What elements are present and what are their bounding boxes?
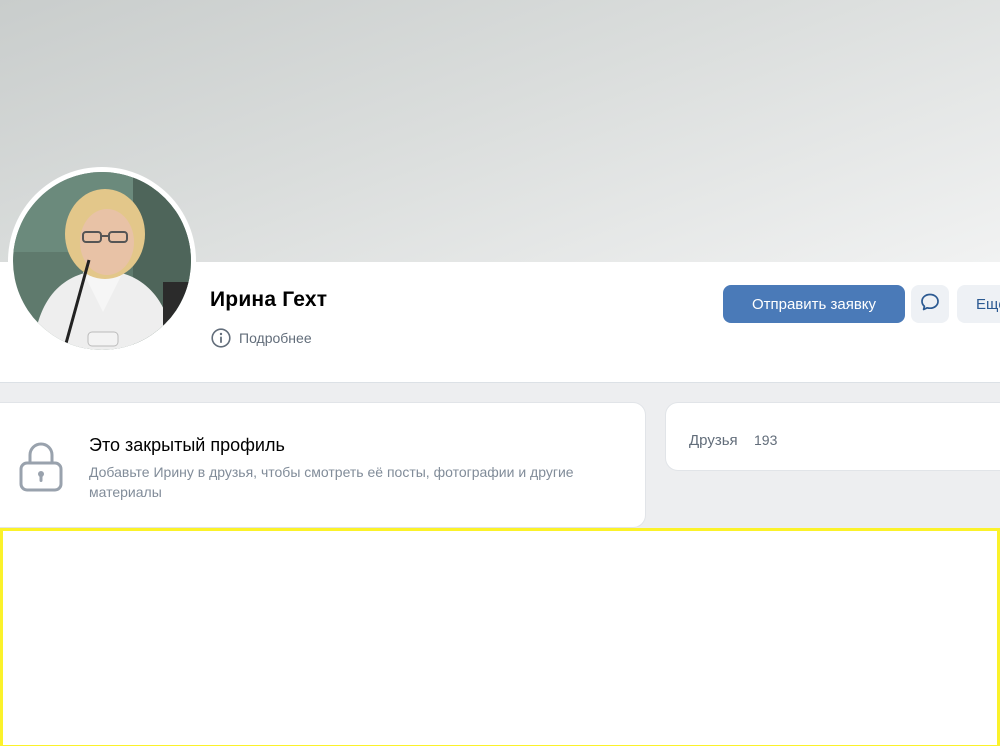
- more-actions-button[interactable]: Ещё: [957, 285, 1000, 323]
- private-profile-title: Это закрытый профиль: [89, 435, 285, 455]
- more-info-label: Подробнее: [239, 330, 312, 346]
- more-actions-label: Ещё: [976, 295, 1000, 313]
- private-profile-card: Это закрытый профиль Добавьте Ирину в др…: [0, 403, 645, 527]
- friends-count: 193: [754, 432, 778, 448]
- highlighted-empty-area: [0, 528, 1000, 748]
- info-circle-icon: [211, 328, 231, 348]
- message-bubble-icon: [919, 291, 941, 318]
- send-friend-request-label: Отправить заявку: [751, 295, 877, 313]
- send-friend-request-button[interactable]: Отправить заявку: [723, 285, 905, 323]
- private-profile-description: Добавьте Ирину в друзья, чтобы смотреть …: [89, 464, 574, 500]
- friends-card[interactable]: Друзья 193: [666, 403, 1000, 470]
- message-button[interactable]: [911, 285, 949, 323]
- more-info-link[interactable]: Подробнее: [211, 328, 312, 348]
- friends-label: Друзья: [689, 432, 738, 449]
- avatar-photo: [13, 172, 191, 350]
- profile-name: Ирина Гехт: [210, 288, 328, 311]
- bottom-strip: [0, 746, 1000, 750]
- avatar[interactable]: [8, 167, 196, 355]
- lock-icon: [18, 441, 64, 493]
